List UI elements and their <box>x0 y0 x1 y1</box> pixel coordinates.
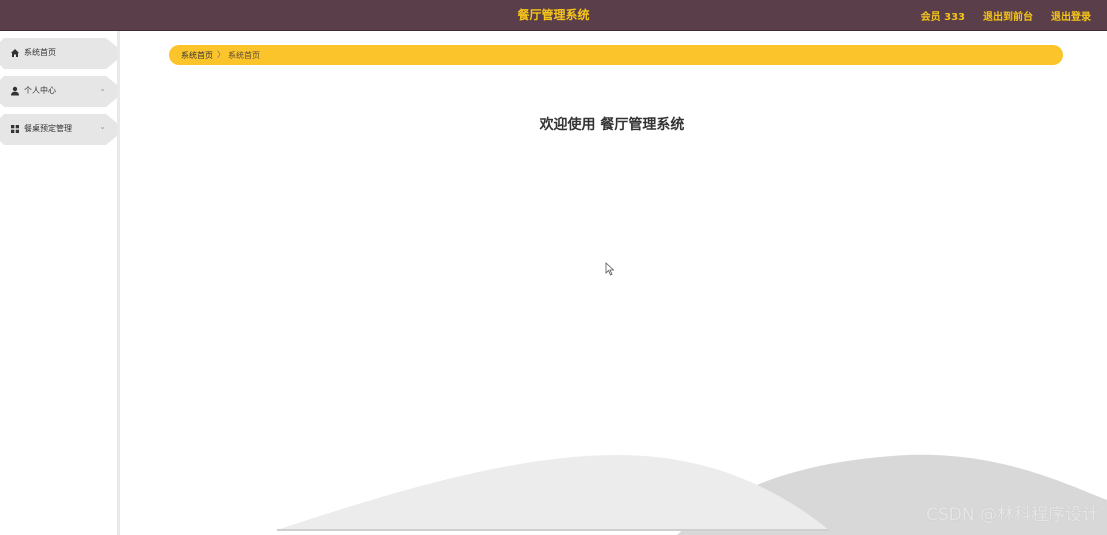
corner-decoration <box>111 139 117 145</box>
breadcrumb-item-current: 系统首页 <box>228 51 260 60</box>
chevron-down-icon: ⌄ <box>99 84 106 93</box>
member-link[interactable]: 会员 333 <box>921 8 965 23</box>
corner-decoration <box>111 38 117 44</box>
sidebar: 系统首页 个人中心 ⌄ 餐桌预定管理 ⌄ <box>0 31 120 535</box>
breadcrumb: 系统首页 〉 系统首页 <box>169 45 1063 65</box>
corner-decoration <box>111 101 117 107</box>
logout-link[interactable]: 退出登录 <box>1051 8 1091 23</box>
breadcrumb-separator: 〉 <box>217 50 225 59</box>
topbar-links: 会员 333 退出到前台 退出登录 <box>921 8 1091 23</box>
sidebar-item-home[interactable]: 系统首页 <box>0 38 117 69</box>
welcome-heading: 欢迎使用 餐厅管理系统 <box>539 117 685 133</box>
sidebar-item-personal-center[interactable]: 个人中心 ⌄ <box>0 76 117 107</box>
exit-to-frontend-link[interactable]: 退出到前台 <box>983 8 1033 23</box>
corner-decoration <box>111 63 117 69</box>
sidebar-item-label: 个人中心 <box>24 86 56 95</box>
corner-decoration <box>111 76 117 82</box>
watermark: CSDN @林科程序设计 <box>926 505 1099 525</box>
top-navbar: 餐厅管理系统 会员 333 退出到前台 退出登录 <box>0 0 1107 31</box>
user-icon <box>11 86 19 96</box>
breadcrumb-item-home[interactable]: 系统首页 <box>181 50 213 61</box>
sidebar-item-label: 系统首页 <box>24 48 56 57</box>
home-icon <box>11 49 19 57</box>
mouse-cursor-icon <box>605 262 615 276</box>
